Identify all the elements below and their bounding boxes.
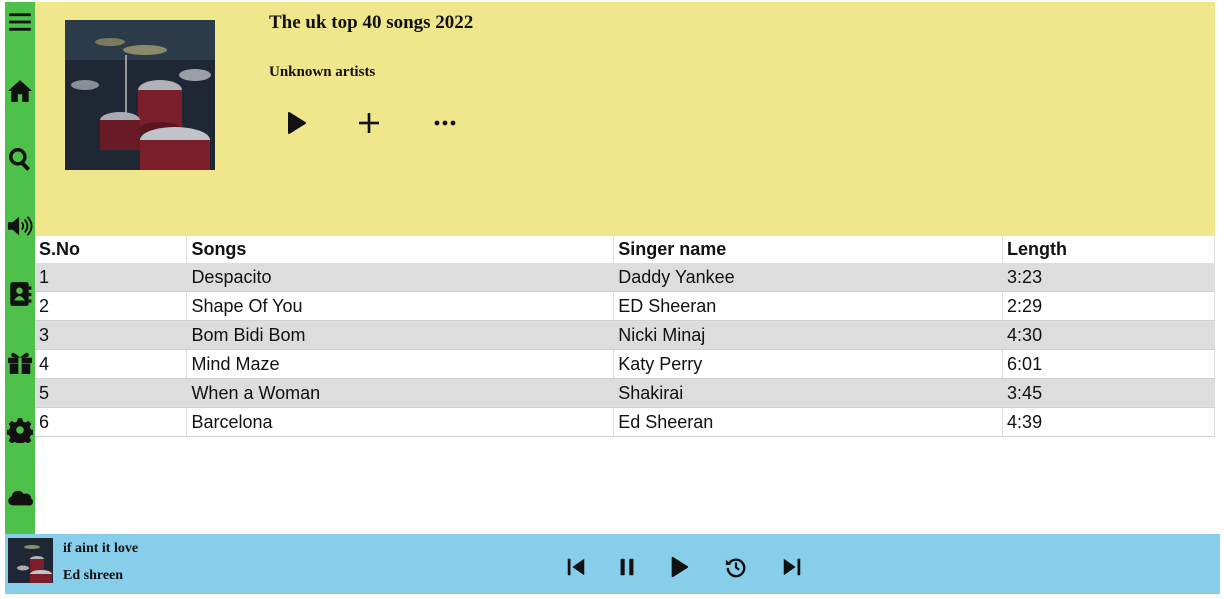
track-song: When a Woman (186, 378, 615, 408)
track-number: 3 (35, 320, 188, 350)
track-length: 2:29 (1002, 291, 1215, 321)
now-playing-cover (8, 538, 53, 583)
now-playing-artist: Ed shreen (63, 568, 124, 583)
track-song: Shape Of You (186, 291, 615, 321)
track-number: 6 (35, 407, 188, 437)
pause-icon[interactable] (614, 554, 640, 580)
skip-back-icon[interactable] (563, 554, 589, 580)
track-singer: Ed Sheeran (613, 407, 1004, 437)
track-number: 1 (35, 263, 188, 292)
track-singer: Shakirai (613, 378, 1004, 408)
address-book-icon[interactable] (5, 279, 35, 309)
track-length: 4:39 (1002, 407, 1215, 437)
column-header-length: Length (1002, 236, 1215, 263)
table-row[interactable]: 6 Barcelona Ed Sheeran 4:39 (35, 407, 1215, 437)
table-row[interactable]: 2 Shape Of You ED Sheeran 2:29 (35, 291, 1215, 321)
column-header-singer: Singer name (613, 236, 1004, 263)
track-number: 2 (35, 291, 188, 321)
track-song: Despacito (186, 263, 615, 292)
gift-icon[interactable] (5, 347, 35, 377)
track-number: 4 (35, 349, 188, 379)
column-header-songs: Songs (186, 236, 615, 263)
table-row[interactable]: 4 Mind Maze Katy Perry 6:01 (35, 349, 1215, 379)
track-singer: ED Sheeran (613, 291, 1004, 321)
history-icon[interactable] (723, 554, 749, 580)
track-singer: Nicki Minaj (613, 320, 1004, 350)
search-icon[interactable] (5, 144, 35, 174)
more-icon[interactable] (430, 108, 460, 138)
table-row[interactable]: 1 Despacito Daddy Yankee 3:23 (35, 263, 1215, 292)
now-playing-title: if aint it love (63, 541, 139, 556)
track-singer: Katy Perry (613, 349, 1004, 379)
player-bar: if aint it love Ed shreen (5, 534, 1220, 594)
track-singer: Daddy Yankee (613, 263, 1004, 292)
album-header: The uk top 40 songs 2022 Unknown artists (35, 2, 1215, 236)
home-icon[interactable] (5, 76, 35, 106)
track-song: Bom Bidi Bom (186, 320, 615, 350)
gear-icon[interactable] (5, 415, 35, 445)
play-icon[interactable] (666, 554, 692, 580)
track-length: 3:23 (1002, 263, 1215, 292)
track-length: 4:30 (1002, 320, 1215, 350)
skip-forward-icon[interactable] (779, 554, 805, 580)
track-length: 3:45 (1002, 378, 1215, 408)
column-header-sno: S.No (35, 236, 188, 263)
plus-icon[interactable] (354, 108, 384, 138)
play-icon[interactable] (281, 108, 311, 138)
track-length: 6:01 (1002, 349, 1215, 379)
sidebar (5, 2, 35, 534)
table-header-row: S.No Songs Singer name Length (35, 236, 1215, 263)
menu-icon[interactable] (5, 7, 35, 37)
table-row[interactable]: 5 When a Woman Shakirai 3:45 (35, 378, 1215, 408)
album-title: The uk top 40 songs 2022 (269, 12, 474, 33)
cloud-icon[interactable] (5, 483, 35, 513)
volume-icon[interactable] (5, 211, 35, 241)
track-table: S.No Songs Singer name Length 1 Despacit… (35, 236, 1215, 437)
table-row[interactable]: 3 Bom Bidi Bom Nicki Minaj 4:30 (35, 320, 1215, 350)
album-artist: Unknown artists (269, 64, 376, 80)
track-number: 5 (35, 378, 188, 408)
track-song: Mind Maze (186, 349, 615, 379)
track-song: Barcelona (186, 407, 615, 437)
album-cover-image (65, 20, 215, 170)
